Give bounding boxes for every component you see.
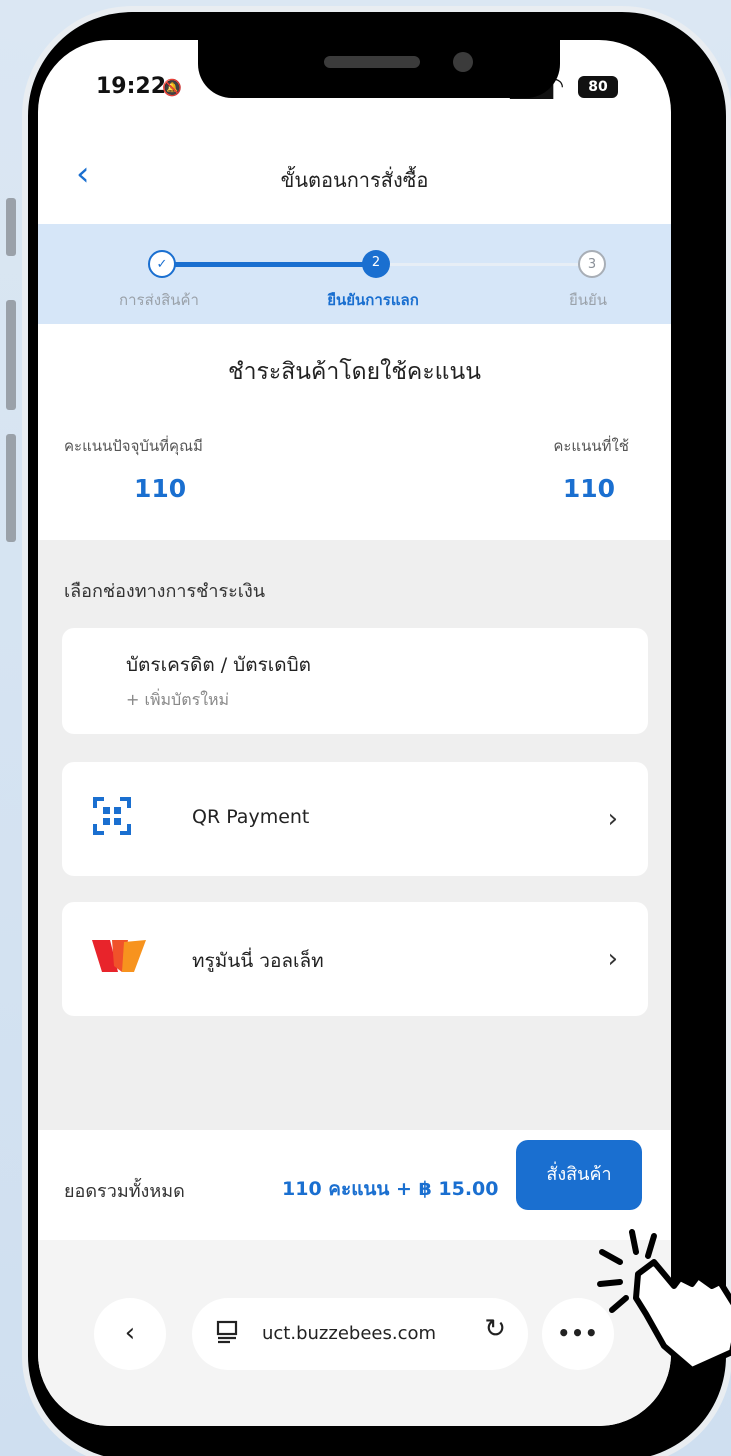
camera	[453, 52, 473, 72]
page-title: ขั้นตอนการสั่งซื้อ	[280, 168, 429, 192]
step-1-label: การส่งสินค้า	[119, 291, 199, 309]
status-time: 19:22	[96, 74, 167, 99]
qr-code-icon	[92, 796, 132, 840]
points-heading: ชำระสินค้าโดยใช้คะแนน	[228, 359, 481, 385]
bell-muted-icon: 🔕	[162, 78, 182, 97]
progress-line-pending	[388, 263, 588, 266]
credit-card-option[interactable]: บัตรเครดิต / บัตรเดบิต + เพิ่มบัตรใหม่	[62, 628, 648, 734]
header: ‹ ขั้นตอนการสั่งซื้อ	[38, 140, 671, 224]
truemoney-logo-icon	[92, 936, 146, 980]
phone-side-button-3	[6, 434, 16, 542]
tap-hand-icon	[597, 1229, 731, 1372]
address-bar[interactable]: uct.buzzebees.com ↻	[192, 1298, 528, 1370]
current-points-value: 110	[134, 474, 187, 503]
order-progress-steps: ✓ 2 3 การส่งสินค้า ยืนยันการแลก ยืนยัน	[38, 224, 671, 324]
speaker	[324, 56, 420, 68]
battery-icon: 80	[578, 76, 618, 98]
used-points-value: 110	[562, 474, 615, 503]
chevron-right-icon: ›	[607, 944, 618, 974]
phone-screen: 19:22 🔕 ▂▄▆█ ◠ 80 ‹ ขั้นตอนการสั่งซื้อ ✓…	[38, 40, 671, 1426]
payment-section-title: เลือกช่องทางการชำระเงิน	[64, 581, 266, 602]
step-2-label: ยืนยันการแลก	[327, 291, 419, 309]
notch	[198, 40, 560, 98]
step-3-label: ยืนยัน	[568, 291, 608, 309]
tabs-icon[interactable]	[216, 1320, 238, 1344]
progress-line-completed	[168, 262, 378, 267]
step-1-check-icon: ✓	[148, 250, 176, 278]
order-summary-footer: ยอดรวมทั้งหมด 110 คะแนน + ฿ 15.00 สั่งสิ…	[38, 1130, 671, 1240]
current-points-label: คะแนนปัจจุบันที่คุณมี	[64, 437, 203, 455]
step-3-indicator: 3	[578, 250, 606, 278]
total-label: ยอดรวมทั้งหมด	[64, 1181, 185, 1202]
qr-payment-label: QR Payment	[192, 806, 310, 828]
step-2-indicator: 2	[362, 250, 390, 278]
browser-back-icon[interactable]: ‹	[94, 1298, 166, 1370]
phone-side-button-2	[6, 300, 16, 410]
url-text: uct.buzzebees.com	[262, 1323, 437, 1344]
phone-side-button-1	[6, 198, 16, 256]
credit-card-title: บัตรเครดิต / บัตรเดบิต	[126, 654, 312, 676]
truemoney-wallet-option[interactable]: ทรูมันนี่ วอลเล็ท ›	[62, 902, 648, 1016]
points-section: ชำระสินค้าโดยใช้คะแนน คะแนนปัจจุบันที่คุ…	[38, 324, 671, 540]
truemoney-label: ทรูมันนี่ วอลเล็ท	[192, 950, 324, 972]
used-points-label: คะแนนที่ใช้	[553, 437, 629, 455]
chevron-right-icon: ›	[607, 804, 618, 834]
payment-methods-section: เลือกช่องทางการชำระเงิน บัตรเครดิต / บัต…	[38, 540, 671, 1130]
qr-payment-option[interactable]: QR Payment ›	[62, 762, 648, 876]
browser-toolbar: ‹ uct.buzzebees.com ↻ •••	[38, 1240, 671, 1426]
reload-icon[interactable]: ↻	[484, 1314, 506, 1344]
add-new-card-link[interactable]: + เพิ่มบัตรใหม่	[126, 688, 229, 713]
total-value: 110 คะแนน + ฿ 15.00	[282, 1178, 499, 1200]
place-order-button[interactable]: สั่งสินค้า	[516, 1140, 642, 1210]
